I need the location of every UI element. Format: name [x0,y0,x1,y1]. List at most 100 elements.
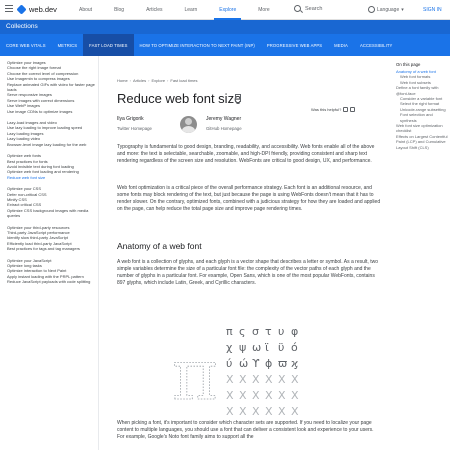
glyph-cell: X [265,405,273,418]
glyph-cell: X [226,389,234,402]
breadcrumb-separator: › [148,78,150,83]
paragraph-anatomy: A web font is a collection of glyphs, an… [117,259,378,286]
glyph-cell: ώ [239,357,248,370]
glyph-cell: τ [265,325,272,338]
tab-2[interactable]: METRICS [52,34,84,56]
sidebar-section: Optimize your third-party resources Third… [7,225,98,252]
language-label: Language [377,6,400,13]
glyph-cell: υ [278,325,284,338]
author-homepage-link[interactable]: GitHub Homepage [206,126,242,131]
language-selector[interactable]: Language ▾ [368,6,404,13]
top-app-bar: web.dev About Blog Articles Learn Explore Mor… [0,0,450,20]
glyph-cell: X [239,405,247,418]
site-logo[interactable]: web.dev [16,4,57,15]
glyph-cell: X [252,389,260,402]
sidebar-item[interactable]: Reduce web font size [7,175,98,180]
tab-4[interactable]: HOW TO OPTIMIZE INTERACTION TO NEXT PAIN… [134,34,261,56]
helpful-question: Was this helpful? [311,107,342,112]
breadcrumb-item[interactable]: Home [117,78,128,83]
paragraph-optimization: Web font optimization is a critical piec… [117,185,381,212]
glyph-cell: X [226,373,234,386]
search-label: Search [305,5,323,12]
thumbs-down-icon[interactable] [350,107,356,112]
sidebar-item[interactable]: Optimize CSS background images with medi… [7,208,98,219]
tab-7[interactable]: ACCESSIBILITY [354,34,398,56]
glyph-cell: X [252,405,260,418]
table-of-contents: On this page Anatomy of a web font Web fon… [392,56,450,450]
glyph-cell: ϕ [265,357,272,370]
sidebar-item[interactable]: Reduce JavaScript payloads with code spl… [7,279,98,284]
glyph-cell: X [252,373,260,386]
tab-6[interactable]: MEDIA [328,34,354,56]
author-2: Jeremy Wagner GitHub Homepage [206,116,242,131]
globe-icon [368,6,375,13]
bookmark-icon[interactable] [235,94,241,104]
tab-5[interactable]: PROGRESSIVE WEB APPS [261,34,328,56]
left-sidebar-nav: Optimize your images Choose the right ima… [0,56,99,450]
glyph-cell: σ [252,325,259,338]
glyph-illustration: π πςστυφχψωϊϋόύώϒϕϖϗXXXXXXXXXXXXXXXXXX [154,321,304,421]
author-1: Ilya Grigorik Twitter Homepage [117,116,152,131]
nav-item-more[interactable]: More [247,0,280,20]
glyph-cell: χ [226,341,233,354]
search-icon [294,5,301,12]
toc-item[interactable]: Define a font family with @font-face [396,85,450,96]
top-nav: About Blog Articles Learn Explore More [68,0,281,20]
toc-item[interactable]: Effects on Largest Contentful Paint (LCP… [396,134,450,150]
sidebar-section: Optimize web fonts Best practices for fon… [7,153,98,180]
sidebar-section: Optimize your CSS Defer non-critical CSS M… [7,186,98,218]
breadcrumb-item[interactable]: Explore [151,78,165,83]
glyph-cell: X [265,389,273,402]
glyph-cell: ϒ [252,357,260,370]
glyph-cell: X [291,389,299,402]
menu-icon[interactable] [5,5,13,14]
logo-mark-icon [16,4,27,15]
toc-heading: On this page [396,62,421,67]
glyph-cell: ϋ [278,341,284,354]
feedback-widget: Was this helpful? [311,107,356,112]
glyph-cell: ς [239,325,245,338]
thumbs-up-icon[interactable] [343,107,349,112]
tab-3[interactable]: FAST LOAD TIMES [83,34,134,56]
glyph-cell: ψ [239,341,246,354]
author-name[interactable]: Jeremy Wagner [206,116,242,122]
glyph-cell: X [291,373,299,386]
glyph-cell: ό [291,341,298,354]
article-main: Home › Articles › Explore › Fast load times Re… [110,56,390,450]
nav-item-explore[interactable]: Explore [208,0,247,20]
sidebar-item[interactable]: Best practices for tags and tag managers [7,246,98,251]
glyph-cell: π [226,325,233,338]
collections-banner: Collections [0,20,450,34]
author-homepage-link[interactable]: Twitter Homepage [117,126,152,131]
nav-item-articles[interactable]: Articles [135,0,173,20]
breadcrumb: Home › Articles › Explore › Fast load times [117,78,387,83]
glyph-cell: ύ [226,357,232,370]
breadcrumb-item[interactable]: Articles [133,78,146,83]
toc-item[interactable]: Font selection and synthesis [396,112,450,123]
glyph-cell: ω [252,341,261,354]
chevron-down-icon: ▾ [401,6,404,13]
banner-title: Collections [6,23,38,30]
section-heading: Anatomy of a web font [117,241,202,251]
glyph-cell: X [278,389,286,402]
sign-in-button[interactable]: SIGN IN [423,7,442,13]
page-title: Reduce web font size [117,91,242,106]
search-button[interactable]: Search [294,5,322,12]
breadcrumb-item[interactable]: Fast load times [170,78,197,83]
collection-tabs: CORE WEB VITALS METRICS FAST LOAD TIMES HOW… [0,34,450,56]
nav-item-about[interactable]: About [68,0,103,20]
glyph-cell: X [265,373,273,386]
nav-item-learn[interactable]: Learn [174,0,209,20]
sidebar-item[interactable]: Browser-level image lazy loading for the… [7,142,98,147]
glyph-cell: ϖ [278,357,287,370]
nav-item-blog[interactable]: Blog [103,0,135,20]
glyph-cell: X [278,405,286,418]
author-name[interactable]: Ilya Grigorik [117,116,152,122]
glyph-cell: X [226,405,234,418]
toc-item[interactable]: Web font size optimization checklist [396,123,450,134]
tab-1[interactable]: CORE WEB VITALS [0,34,52,56]
glyph-cell: X [239,389,247,402]
glyph-cell: ϊ [265,341,269,354]
sidebar-item[interactable]: Use image CDNs to optimize images [7,109,98,114]
sidebar-item[interactable]: Replace animated GIFs with video for fas… [7,82,98,93]
